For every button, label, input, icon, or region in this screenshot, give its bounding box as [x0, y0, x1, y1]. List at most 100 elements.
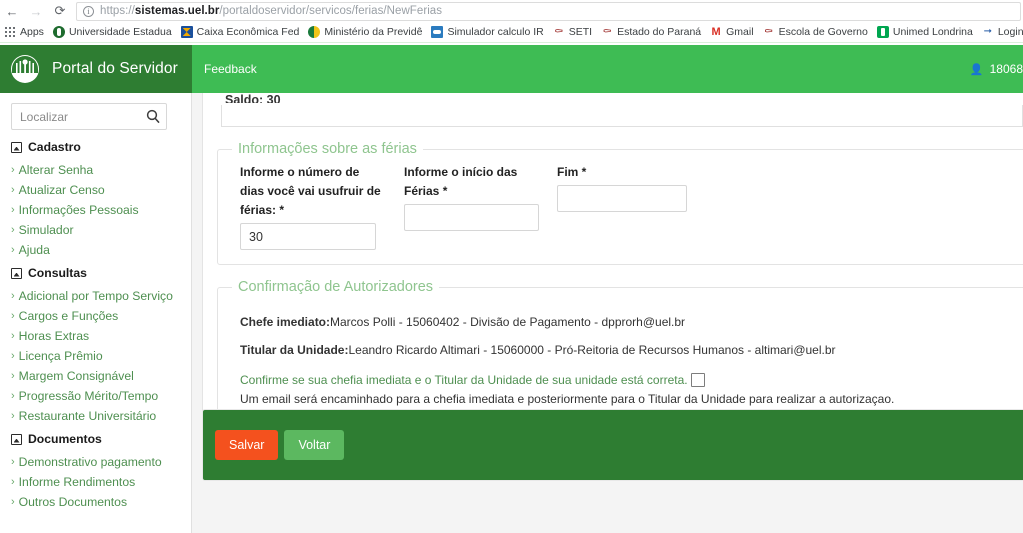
sidebar-item-margem-consignavel[interactable]: › Margem Consignável: [0, 366, 178, 386]
simulador-icon: [431, 26, 444, 38]
bookmark-label: Simulador calculo IR: [447, 26, 544, 38]
uel-icon: [52, 26, 65, 38]
sidebar-item-restaurante-universitario[interactable]: › Restaurante Universitário: [0, 406, 178, 426]
sidebar-item-outros-documentos[interactable]: › Outros Documentos: [0, 492, 178, 512]
sidebar-search: [0, 93, 178, 134]
chevron-right-icon: ›: [11, 204, 15, 216]
chevron-right-icon: ›: [11, 164, 15, 176]
sidebar-item-label: Restaurante Universitário: [18, 409, 157, 423]
main-content: Saldo: 30 Informações sobre as férias In…: [192, 93, 1023, 533]
sidebar-item-progressao-merito-tempo[interactable]: › Progressão Mérito/Tempo: [0, 386, 178, 406]
sidebar-group-label: Cadastro: [28, 140, 81, 154]
confirm-checkbox[interactable]: [690, 373, 705, 387]
sidebar-group-label: Documentos: [28, 432, 102, 446]
sidebar-item-label: Margem Consignável: [18, 369, 134, 383]
back-icon[interactable]: ←: [0, 0, 24, 22]
bookmark-label: Universidade Estadua: [68, 26, 172, 38]
back-button[interactable]: Voltar: [284, 430, 345, 460]
sidebar-item-informacoes-pessoais[interactable]: › Informações Pessoais: [0, 200, 178, 220]
url-text: https://sistemas.uel.br/portaldoservidor…: [100, 5, 442, 17]
sidebar-group-consultas[interactable]: Consultas: [0, 260, 178, 286]
chevron-right-icon: ›: [11, 350, 15, 362]
sidebar-item-demonstrativo-pagamento[interactable]: › Demonstrativo pagamento: [0, 452, 178, 472]
bookmark-gmail[interactable]: M Gmail: [706, 22, 758, 42]
search-input[interactable]: [12, 104, 166, 129]
previdencia-icon: [308, 26, 321, 38]
sidebar-item-label: Simulador: [18, 223, 74, 237]
sidebar-item-simulador[interactable]: › Simulador: [0, 220, 178, 240]
url-scheme: https://: [100, 5, 135, 17]
user-account[interactable]: 👤 18068: [970, 45, 1023, 93]
confirm-row: Confirme se sua chefia imediata e o Titu…: [232, 373, 1012, 387]
field-inicio-label: Informe o início das Férias *: [404, 165, 518, 198]
sidebar-group-label: Consultas: [28, 266, 87, 280]
sidebar: Cadastro › Alterar Senha › Atualizar Cen…: [0, 93, 192, 533]
form-footer-bar: Salvar Voltar: [202, 409, 1023, 481]
user-id-label: 18068: [989, 62, 1023, 76]
site-info-icon[interactable]: i: [83, 5, 94, 17]
saldo-text: Saldo: 30: [225, 93, 281, 103]
field-fim-input[interactable]: [557, 185, 687, 212]
saldo-box: [221, 105, 1023, 127]
autorizadores-fieldset: Confirmação de Autorizadores Chefe imedi…: [217, 279, 1023, 421]
bookmark-previdencia[interactable]: Ministério da Previdê: [304, 22, 427, 42]
bookmark-caixa[interactable]: Caixa Econômica Fed: [177, 22, 305, 42]
brand-bar: Portal do Servidor: [0, 45, 192, 93]
bookmark-estado-parana[interactable]: ⚰ Estado do Paraná: [597, 22, 706, 42]
sidebar-item-ajuda[interactable]: › Ajuda: [0, 240, 178, 260]
bookmark-seti[interactable]: ⚰ SETI: [549, 22, 597, 42]
sidebar-item-adicional-tempo-servico[interactable]: › Adicional por Tempo Serviço: [0, 286, 178, 306]
sidebar-item-horas-extras[interactable]: › Horas Extras: [0, 326, 178, 346]
sidebar-item-label: Informe Rendimentos: [18, 475, 136, 489]
sidebar-item-alterar-senha[interactable]: › Alterar Senha: [0, 160, 178, 180]
gmail-icon: M: [711, 26, 721, 38]
bookmark-apps[interactable]: Apps: [0, 22, 49, 42]
chevron-right-icon: ›: [11, 370, 15, 382]
feedback-link[interactable]: Feedback: [204, 62, 257, 76]
field-fim-label: Fim *: [557, 165, 587, 179]
bookmark-label: Apps: [20, 26, 44, 38]
collapse-toggle-icon: [11, 433, 22, 445]
user-icon: 👤: [969, 63, 984, 76]
bookmark-label: Ministério da Previdê: [324, 26, 423, 38]
ferias-fields-row: Informe o número de dias você vai usufru…: [232, 163, 1012, 250]
sidebar-group-documentos[interactable]: Documentos: [0, 426, 178, 452]
address-bar[interactable]: i https://sistemas.uel.br/portaldoservid…: [76, 1, 1021, 21]
search-box[interactable]: [11, 103, 167, 130]
chevron-right-icon: ›: [11, 456, 15, 468]
sidebar-item-atualizar-censo[interactable]: › Atualizar Censo: [0, 180, 178, 200]
reload-icon[interactable]: ⟳: [48, 0, 72, 22]
bookmark-label: Login - Carrefour: [997, 26, 1023, 38]
bookmark-simulador[interactable]: Simulador calculo IR: [427, 22, 548, 42]
bookmark-unimed[interactable]: Unimed Londrina: [873, 22, 978, 42]
chevron-right-icon: ›: [11, 310, 15, 322]
field-inicio-input[interactable]: [404, 204, 539, 231]
chefe-imediato-row: Chefe imediato:Marcos Polli - 15060402 -…: [232, 315, 1012, 329]
confirm-label: Confirme se sua chefia imediata e o Titu…: [240, 373, 688, 387]
collapse-toggle-icon: [11, 141, 22, 153]
bookmark-escola-governo[interactable]: ⚰ Escola de Governo: [759, 22, 873, 42]
chevron-right-icon: ›: [11, 184, 15, 196]
sidebar-group-cadastro[interactable]: Cadastro: [0, 134, 178, 160]
save-button[interactable]: Salvar: [215, 430, 279, 460]
chevron-right-icon: ›: [11, 224, 15, 236]
field-dias-input[interactable]: [240, 223, 376, 250]
apps-grid-icon: [4, 26, 16, 38]
caixa-icon: [180, 26, 193, 38]
sidebar-item-informe-rendimentos[interactable]: › Informe Rendimentos: [0, 472, 178, 492]
search-icon[interactable]: [146, 109, 160, 124]
forward-icon: →: [29, 3, 43, 19]
bookmark-label: Caixa Econômica Fed: [196, 26, 300, 38]
bookmark-uel[interactable]: Universidade Estadua: [49, 22, 177, 42]
url-path: /portaldoservidor/servicos/ferias/NewFer…: [219, 5, 443, 17]
sidebar-item-cargos-funcoes[interactable]: › Cargos e Funções: [0, 306, 178, 326]
bookmark-label: Estado do Paraná: [617, 26, 702, 38]
sidebar-item-licenca-premio[interactable]: › Licença Prêmio: [0, 346, 178, 366]
bookmark-carrefour[interactable]: ➞ Login - Carrefour: [978, 22, 1023, 42]
field-dias: Informe o número de dias você vai usufru…: [240, 163, 386, 250]
ferias-legend: Informações sobre as férias: [238, 141, 417, 157]
sidebar-item-label: Atualizar Censo: [18, 183, 105, 197]
chevron-right-icon: ›: [11, 496, 15, 508]
sidebar-item-label: Ajuda: [18, 243, 50, 257]
page-title: Portal do Servidor: [52, 60, 178, 77]
